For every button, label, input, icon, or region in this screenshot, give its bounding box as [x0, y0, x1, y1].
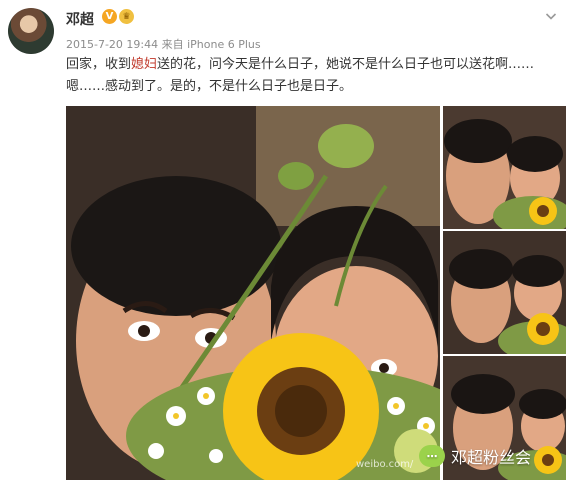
member-crown-icon: ♛: [119, 9, 134, 24]
main-photo-art: [66, 106, 440, 480]
side-photo-1[interactable]: [443, 106, 566, 229]
chevron-down-icon[interactable]: [545, 10, 557, 22]
post-text-part-1: 回家，收到: [66, 57, 132, 72]
post-images: weibo.com/ ⋯ 邓超粉丝会: [66, 106, 566, 480]
watermark-text: 邓超粉丝会: [450, 448, 531, 467]
avatar[interactable]: [8, 8, 54, 54]
user-name[interactable]: 邓超: [66, 9, 94, 29]
wechat-icon: ⋯: [418, 445, 445, 467]
main-photo[interactable]: weibo.com/: [66, 106, 440, 480]
verified-icon: V: [102, 9, 117, 24]
post-text-highlight[interactable]: 媳妇: [131, 57, 157, 72]
account-watermark: ⋯ 邓超粉丝会: [418, 444, 531, 468]
weibo-url-watermark: weibo.com/: [356, 459, 414, 470]
user-badges: V ♛: [102, 9, 134, 24]
side-photo-2[interactable]: [443, 231, 566, 354]
side-photo-2-art: [443, 231, 566, 354]
side-photo-1-art: [443, 106, 566, 229]
post-meta: 2015-7-20 19:44 来自 iPhone 6 Plus: [66, 38, 261, 51]
post-text: 回家，收到媳妇送的花，问今天是什么日子，她说不是什么日子也可以送花啊……嗯……感…: [66, 54, 536, 98]
